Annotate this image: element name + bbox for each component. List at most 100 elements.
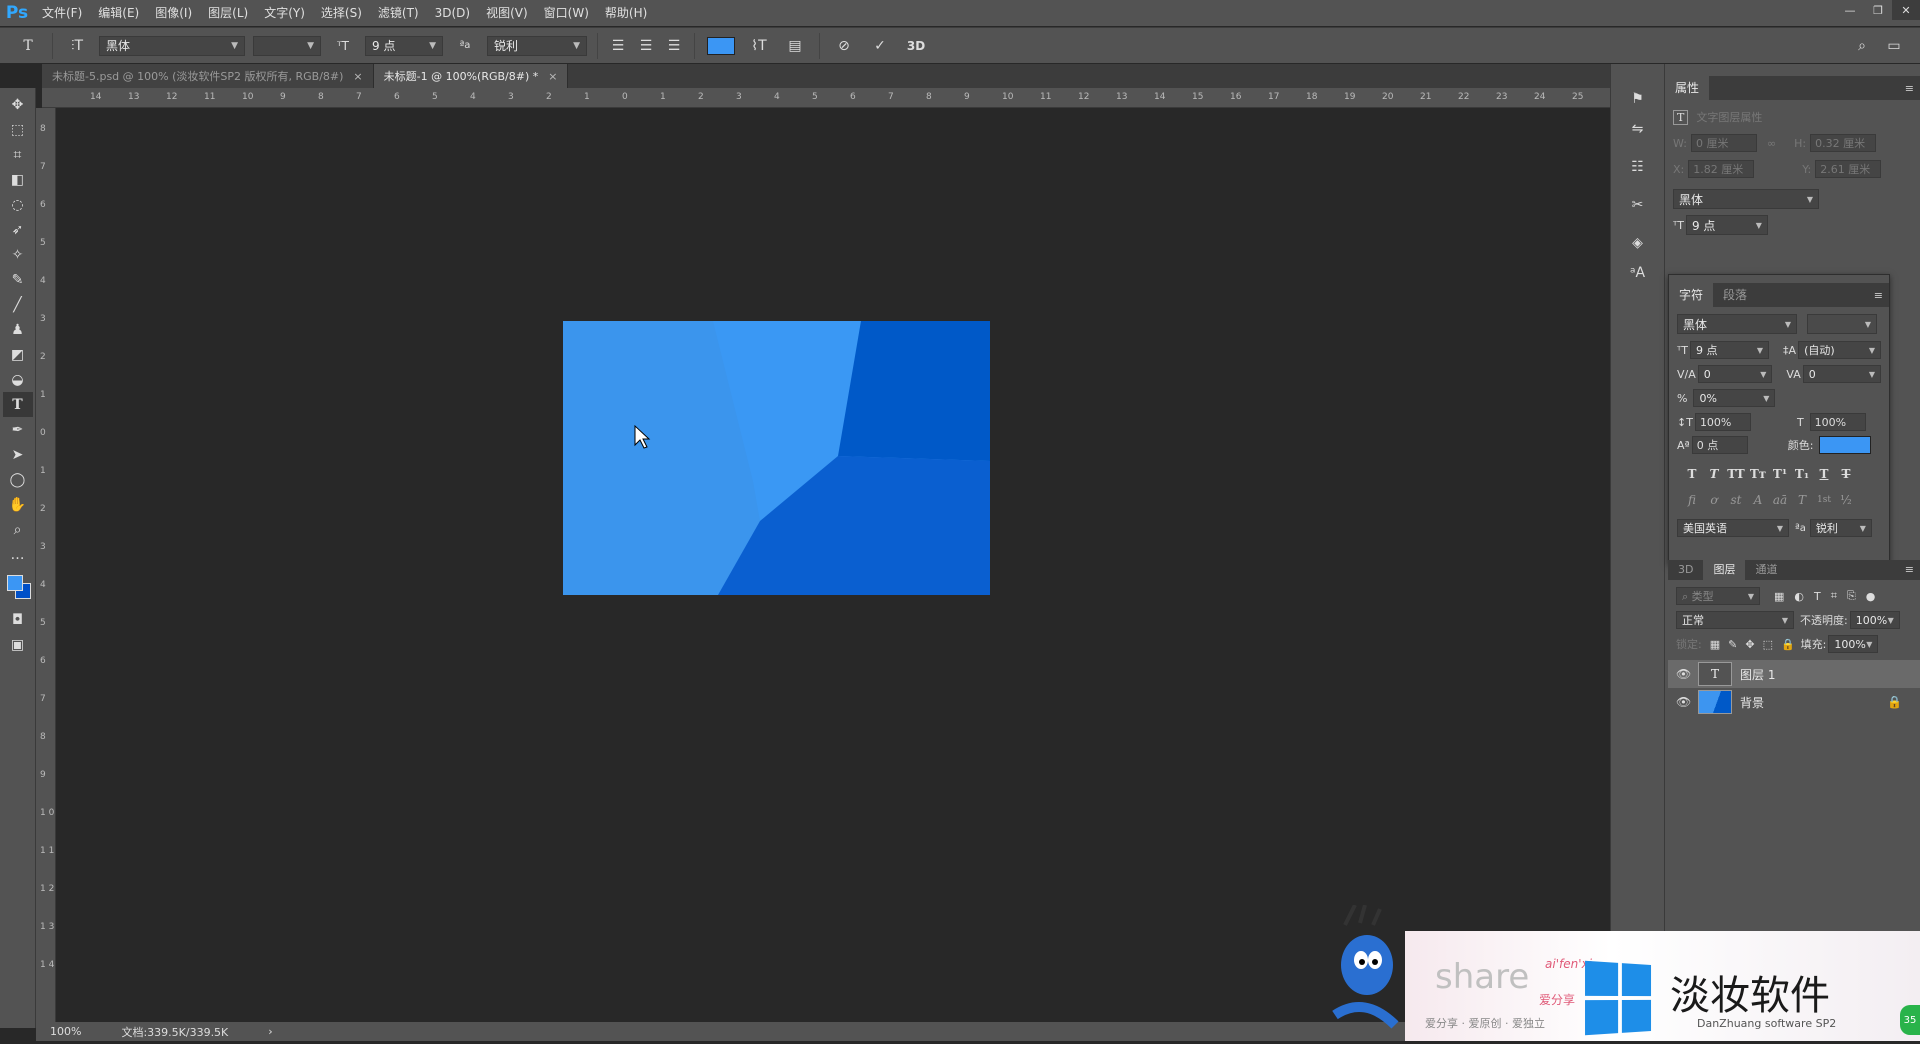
path-select-tool-icon[interactable]: ➤ <box>3 442 33 467</box>
filter-shape-icon[interactable]: ⌗ <box>1831 589 1837 603</box>
ordinals-button[interactable]: 1st <box>1813 489 1835 511</box>
x-field[interactable]: 1.82 厘米 <box>1688 160 1755 178</box>
magic-wand-tool-icon[interactable]: ✧ <box>3 242 33 267</box>
superscript-button[interactable]: T¹ <box>1769 463 1791 485</box>
leading-dropdown[interactable]: (自动) ▼ <box>1798 341 1881 359</box>
adjustments-icon[interactable]: ⇋ <box>1623 116 1653 142</box>
strikethrough-button[interactable]: T <box>1835 463 1857 485</box>
layer-row-background[interactable]: 👁 背景 🔒 <box>1668 688 1920 716</box>
zoom-level[interactable]: 100% <box>50 1025 81 1038</box>
marquee-tool-icon[interactable]: ⬚ <box>3 117 33 142</box>
menu-layer[interactable]: 图层(L) <box>200 0 256 26</box>
ligature-button[interactable]: fi <box>1681 489 1703 511</box>
menu-filter[interactable]: 滤镜(T) <box>370 0 427 26</box>
document-canvas[interactable] <box>563 321 990 595</box>
char-style-dropdown[interactable]: ▼ <box>1807 314 1877 334</box>
commit-check-icon[interactable]: ✓ <box>868 34 892 58</box>
lasso-tool-icon[interactable]: ◌ <box>3 192 33 217</box>
subscript-button[interactable]: T₁ <box>1791 463 1813 485</box>
menu-3d[interactable]: 3D(D) <box>427 0 478 26</box>
vertical-scale-field[interactable]: 100% <box>1694 413 1751 431</box>
layer-row-text[interactable]: 👁 T 图层 1 <box>1668 660 1920 688</box>
tracking-dropdown[interactable]: 0 ▼ <box>1802 365 1881 383</box>
filter-toggle-icon[interactable]: ● <box>1866 590 1876 603</box>
titling-button[interactable]: T <box>1791 489 1813 511</box>
tab-3d[interactable]: 3D <box>1668 560 1703 580</box>
gradient-tool-icon[interactable]: ◒ <box>3 367 33 392</box>
tab-channels[interactable]: 通道 <box>1745 560 1787 580</box>
menu-image[interactable]: 图像(I) <box>147 0 200 26</box>
workspace-icon[interactable]: ▭ <box>1882 34 1906 58</box>
tab-layers[interactable]: 图层 <box>1703 560 1746 580</box>
align-center-icon[interactable]: ☰ <box>634 34 658 58</box>
panel-menu-icon[interactable]: ≡ <box>1905 82 1914 95</box>
quick-mask-icon[interactable]: ◘ <box>3 607 33 632</box>
ellipse-tool-icon[interactable]: ◯ <box>3 467 33 492</box>
blend-mode-dropdown[interactable]: 正常 ▼ <box>1676 611 1794 629</box>
menu-help[interactable]: 帮助(H) <box>597 0 655 26</box>
close-icon[interactable]: × <box>548 70 557 83</box>
horizontal-scale-field[interactable]: 100% <box>1809 413 1866 431</box>
y-field[interactable]: 2.61 厘米 <box>1815 160 1882 178</box>
opacity-field[interactable]: 100% ▼ <box>1849 611 1900 629</box>
character-panel-toggle-icon[interactable]: ▤ <box>783 34 807 58</box>
char-aa-dropdown[interactable]: 锐利 ▼ <box>1809 519 1872 537</box>
layer-filter-dropdown[interactable]: ⌕ 类型 ▼ <box>1676 587 1760 605</box>
search-icon[interactable]: ⌕ <box>1850 34 1874 58</box>
visibility-eye-icon[interactable]: 👁 <box>1676 695 1694 709</box>
alt-ligature-button[interactable]: ơ <box>1703 489 1725 511</box>
fractions-button[interactable]: ½ <box>1835 489 1857 511</box>
history-icon[interactable]: ⚑ <box>1623 86 1653 112</box>
brush-tool-icon[interactable]: ╱ <box>3 292 33 317</box>
text-color-swatch[interactable] <box>707 36 735 55</box>
font-style-dropdown[interactable]: ▼ <box>253 35 321 56</box>
prop-size-dropdown[interactable]: 9 点 ▼ <box>1685 215 1768 235</box>
frame-tool-icon[interactable]: ◧ <box>3 167 33 192</box>
lock-artboard-icon[interactable]: ⬚ <box>1763 638 1773 651</box>
type-tool-icon[interactable]: T <box>2 392 33 417</box>
menu-file[interactable]: 文件(F) <box>34 0 90 26</box>
faux-italic-button[interactable]: T <box>1703 463 1725 485</box>
color-swatches[interactable] <box>3 571 33 607</box>
menu-edit[interactable]: 编辑(E) <box>90 0 147 26</box>
more-tools-icon[interactable]: … <box>3 542 33 567</box>
align-left-icon[interactable]: ☰ <box>606 34 630 58</box>
restore-icon[interactable]: ❐ <box>1864 0 1892 20</box>
discretionary-ligature-button[interactable]: st <box>1725 489 1747 511</box>
styles-icon[interactable]: ◈ <box>1623 230 1653 256</box>
panel-menu-icon[interactable]: ≡ <box>1905 563 1914 576</box>
align-right-icon[interactable]: ☰ <box>662 34 686 58</box>
lock-image-icon[interactable]: ✎ <box>1728 638 1737 651</box>
tab-properties[interactable]: 属性 <box>1665 76 1710 100</box>
lock-all-icon[interactable]: 🔒 <box>1781 638 1795 651</box>
zoom-tool-icon[interactable]: ⌕ <box>3 517 33 542</box>
3d-button[interactable]: 3D <box>904 34 928 58</box>
char-font-dropdown[interactable]: 黑体 ▼ <box>1677 314 1797 334</box>
filter-adjust-icon[interactable]: ◐ <box>1794 590 1804 603</box>
menu-view[interactable]: 视图(V) <box>478 0 536 26</box>
cancel-icon[interactable]: ⊘ <box>832 34 856 58</box>
menu-type[interactable]: 文字(Y) <box>256 0 313 26</box>
tab-character[interactable]: 字符 <box>1669 283 1714 307</box>
height-field[interactable]: 0.32 厘米 <box>1810 134 1877 152</box>
eraser-tool-icon[interactable]: ◩ <box>3 342 33 367</box>
move-tool-icon[interactable]: ✥ <box>3 92 33 117</box>
close-icon[interactable]: ✕ <box>1892 0 1920 20</box>
font-family-dropdown[interactable]: 黑体 ▼ <box>99 35 245 56</box>
faux-bold-button[interactable]: T <box>1681 463 1703 485</box>
stylistic-alt-button[interactable]: aā <box>1769 489 1791 511</box>
all-caps-button[interactable]: TT <box>1725 463 1747 485</box>
char-size-dropdown[interactable]: 9 点 ▼ <box>1689 341 1770 359</box>
small-caps-button[interactable]: Tт <box>1747 463 1769 485</box>
fill-field[interactable]: 100% ▼ <box>1828 635 1879 653</box>
link-icon[interactable]: ∞ <box>1767 137 1776 150</box>
tab-document-5[interactable]: 未标题-5.psd @ 100% (淡妆软件SP2 版权所有, RGB/8#) × <box>42 64 374 88</box>
tools-preset-icon[interactable]: ✂ <box>1623 192 1653 218</box>
kerning-dropdown[interactable]: 0 ▼ <box>1697 365 1773 383</box>
prop-font-dropdown[interactable]: 黑体 ▼ <box>1673 189 1819 209</box>
libraries-icon[interactable]: ☷ <box>1623 154 1653 180</box>
pen-tool-icon[interactable]: ✒ <box>3 417 33 442</box>
lock-transparent-icon[interactable]: ▦ <box>1710 638 1720 651</box>
text-orientation-icon[interactable]: ⫶T <box>65 34 89 58</box>
text-color-swatch[interactable] <box>1819 436 1872 454</box>
